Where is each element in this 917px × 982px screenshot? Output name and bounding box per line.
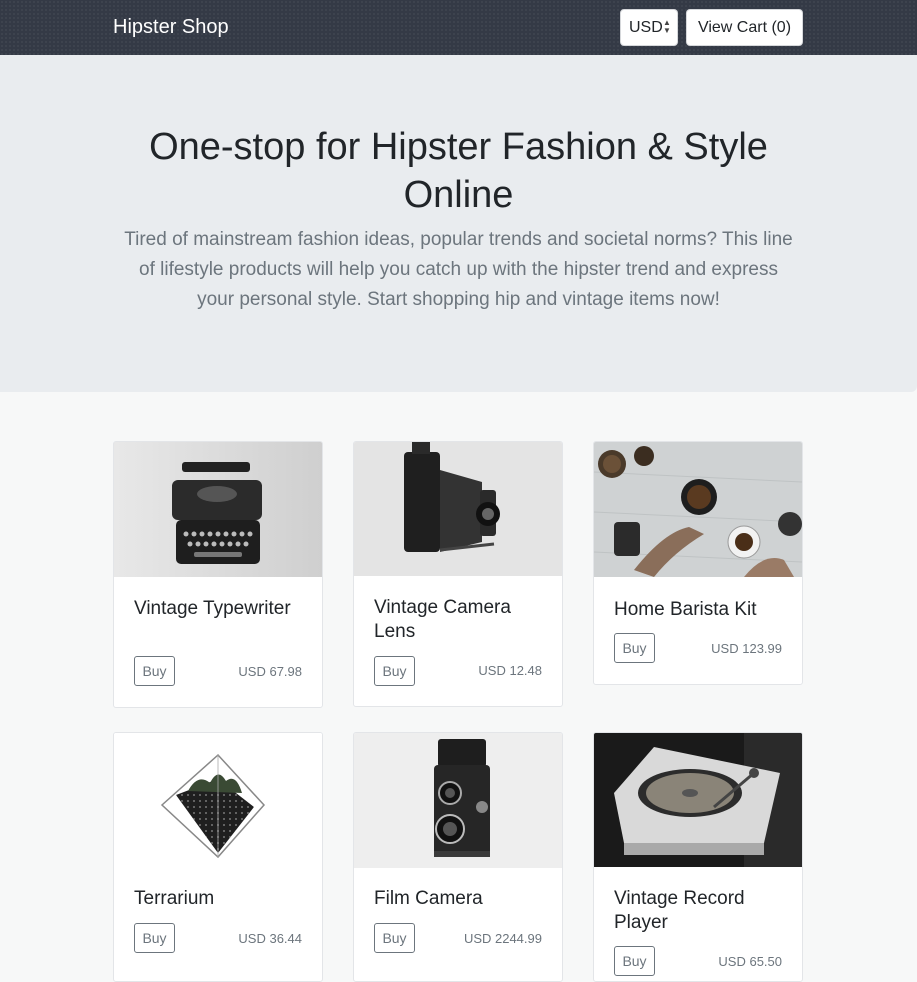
product-card[interactable]: Film Camera Buy USD 2244.99 bbox=[353, 732, 563, 982]
product-title[interactable]: Film Camera bbox=[374, 887, 549, 911]
currency-value: USD bbox=[629, 18, 663, 36]
hero-title: One-stop for Hipster Fashion & Style Onl… bbox=[149, 126, 768, 216]
buy-button[interactable]: Buy bbox=[614, 633, 655, 663]
product-price: USD 123.99 bbox=[711, 641, 782, 656]
terrarium-image[interactable] bbox=[114, 733, 322, 868]
hero-banner: One-stop for Hipster Fashion & Style Onl… bbox=[0, 55, 917, 392]
product-title[interactable]: Vintage Camera Lens bbox=[374, 596, 549, 644]
product-price: USD 2244.99 bbox=[463, 931, 542, 946]
film-camera-image[interactable] bbox=[354, 733, 562, 868]
product-card[interactable]: Terrarium Buy USD 36.44 bbox=[113, 732, 323, 982]
camera-lens-image[interactable] bbox=[354, 442, 562, 576]
buy-button[interactable]: Buy bbox=[614, 946, 655, 976]
buy-button[interactable]: Buy bbox=[134, 656, 175, 686]
product-card[interactable]: Vintage Camera Lens Buy USD 12.48 bbox=[353, 441, 563, 707]
navbar: Hipster Shop USD ▲ ▼ View Cart (0) bbox=[0, 0, 917, 55]
product-price: USD 36.44 bbox=[238, 931, 302, 946]
buy-button[interactable]: Buy bbox=[374, 923, 415, 953]
currency-select[interactable]: USD ▲ ▼ bbox=[620, 9, 678, 46]
record-player-image[interactable] bbox=[594, 733, 802, 867]
select-arrows-icon: ▲ ▼ bbox=[663, 18, 671, 35]
product-card[interactable]: Vintage Record Player Buy USD 65.50 bbox=[593, 732, 803, 982]
typewriter-image[interactable] bbox=[114, 442, 322, 577]
hero-subtitle: Tired of mainstream fashion ideas, popul… bbox=[124, 229, 793, 310]
product-price: USD 67.98 bbox=[238, 664, 302, 679]
product-price: USD 12.48 bbox=[478, 663, 542, 678]
product-title[interactable]: Vintage Typewriter bbox=[134, 597, 309, 621]
product-title[interactable]: Terrarium bbox=[134, 887, 309, 911]
buy-button[interactable]: Buy bbox=[134, 923, 175, 953]
product-card[interactable]: Home Barista Kit Buy USD 123.99 bbox=[593, 441, 803, 685]
product-title[interactable]: Home Barista Kit bbox=[614, 598, 789, 622]
product-price: USD 65.50 bbox=[718, 954, 782, 969]
barista-kit-image[interactable] bbox=[594, 442, 802, 577]
product-card[interactable]: Vintage Typewriter Buy USD 67.98 bbox=[113, 441, 323, 708]
brand-link[interactable]: Hipster Shop bbox=[113, 15, 229, 39]
buy-button[interactable]: Buy bbox=[374, 656, 415, 686]
product-title[interactable]: Vintage Record Player bbox=[614, 887, 789, 935]
view-cart-button[interactable]: View Cart (0) bbox=[686, 9, 803, 46]
